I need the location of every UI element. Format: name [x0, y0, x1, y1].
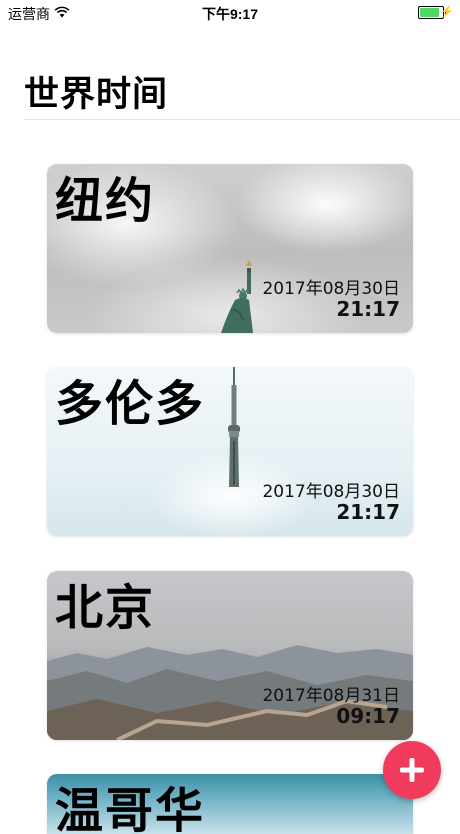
cn-tower-image	[228, 367, 240, 487]
city-name: 多伦多	[55, 376, 206, 432]
city-name: 北京	[55, 580, 156, 636]
header-divider	[24, 119, 460, 120]
city-time: 21:17	[336, 297, 400, 321]
city-card-toronto[interactable]: 多伦多 2017年08月30日 21:17	[47, 367, 413, 536]
city-card-vancouver[interactable]: 温哥华	[47, 774, 413, 834]
add-city-button[interactable]	[383, 741, 441, 799]
city-name: 温哥华	[55, 783, 206, 834]
city-date: 2017年08月30日	[262, 482, 400, 502]
status-bar: 运营商 下午9:17 ⚡	[0, 0, 460, 24]
city-time: 09:17	[336, 704, 400, 728]
charging-icon: ⚡	[440, 6, 454, 18]
page-title: 世界时间	[24, 75, 169, 115]
city-date: 2017年08月30日	[262, 279, 400, 299]
status-time: 下午9:17	[201, 6, 259, 22]
city-date: 2017年08月31日	[262, 686, 400, 706]
city-time: 21:17	[336, 500, 400, 524]
city-name: 纽约	[55, 173, 156, 229]
city-card-new-york[interactable]: 纽约 2017年08月30日 21:17	[47, 164, 413, 333]
city-card-beijing[interactable]: 北京 2017年08月31日 09:17	[47, 571, 413, 740]
plus-icon	[400, 758, 424, 782]
